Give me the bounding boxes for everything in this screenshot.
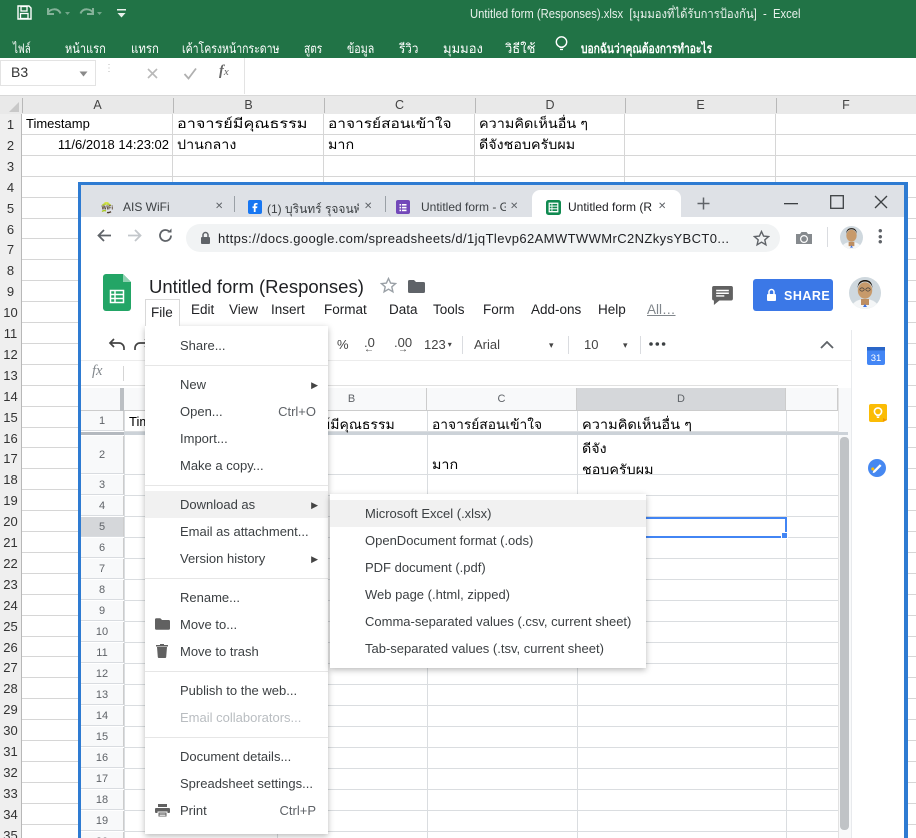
svg-text:31: 31 xyxy=(871,353,882,364)
